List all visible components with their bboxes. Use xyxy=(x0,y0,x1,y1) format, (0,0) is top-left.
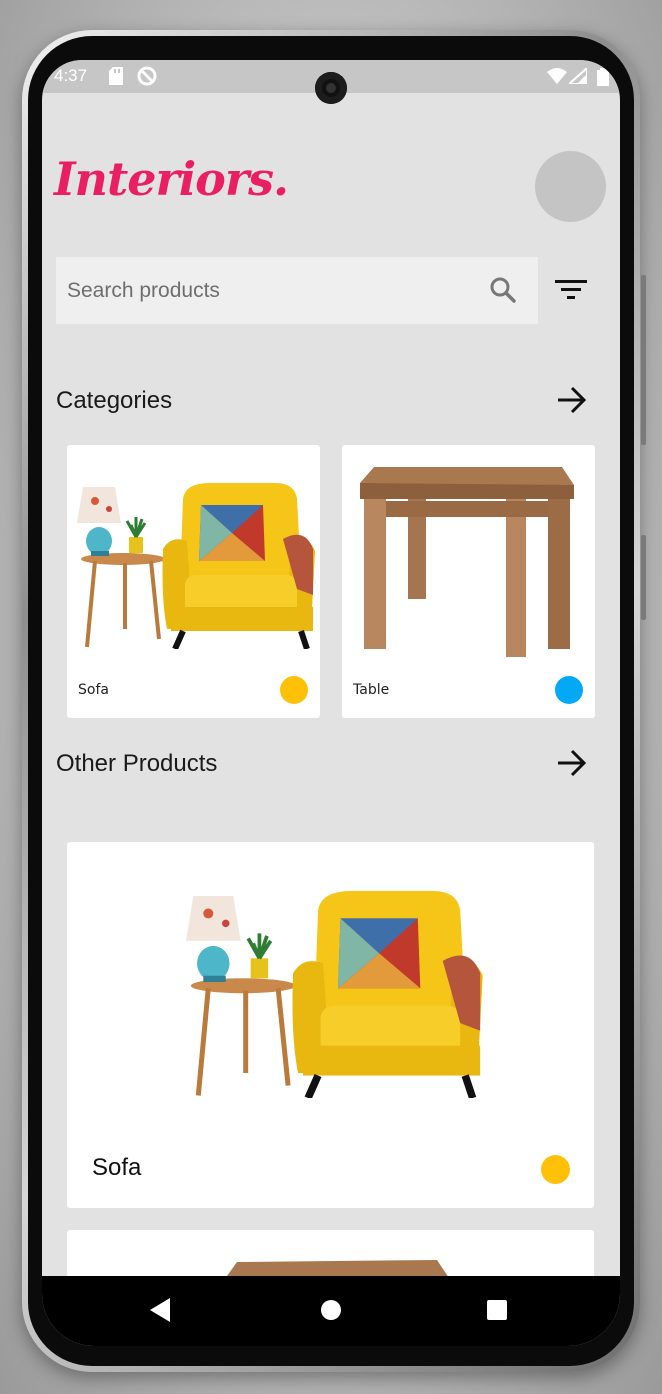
battery-icon xyxy=(597,68,609,90)
category-label: Sofa xyxy=(78,682,109,698)
other-products-title: Other Products xyxy=(56,750,218,777)
avatar[interactable] xyxy=(535,151,606,222)
filter-icon[interactable] xyxy=(555,278,587,306)
recents-icon[interactable] xyxy=(486,1298,508,1326)
sofa-image xyxy=(185,890,483,1098)
categories-arrow-icon[interactable] xyxy=(556,386,588,418)
product-color-dot xyxy=(541,1155,570,1184)
product-card-sofa[interactable]: Sofa xyxy=(67,842,594,1208)
data-saver-icon xyxy=(136,65,158,91)
categories-title: Categories xyxy=(56,387,173,414)
sofa-image xyxy=(77,483,315,649)
search-input[interactable] xyxy=(56,257,476,324)
other-products-arrow-icon[interactable] xyxy=(556,749,588,781)
category-color-dot xyxy=(555,676,583,704)
sd-card-icon xyxy=(109,67,123,89)
back-icon[interactable] xyxy=(150,1298,172,1326)
category-card-sofa[interactable]: Sofa xyxy=(67,445,320,718)
navigation-bar xyxy=(42,1276,620,1346)
brand-logo: Interiors. xyxy=(54,152,289,206)
category-label: Table xyxy=(353,682,390,698)
search-bar xyxy=(56,257,538,324)
volume-button xyxy=(641,275,646,445)
power-button xyxy=(641,535,646,620)
product-label: Sofa xyxy=(92,1154,142,1181)
status-time: 4:37 xyxy=(54,66,88,85)
category-color-dot xyxy=(280,676,308,704)
category-card-table[interactable]: Table xyxy=(342,445,595,718)
front-camera xyxy=(315,72,347,104)
signal-icon xyxy=(566,65,588,88)
wifi-icon xyxy=(547,68,567,88)
table-image xyxy=(360,467,574,657)
screen: 4:37 Interiors. Categories xyxy=(42,60,620,1346)
home-icon[interactable] xyxy=(320,1298,342,1326)
search-icon[interactable] xyxy=(488,275,518,309)
